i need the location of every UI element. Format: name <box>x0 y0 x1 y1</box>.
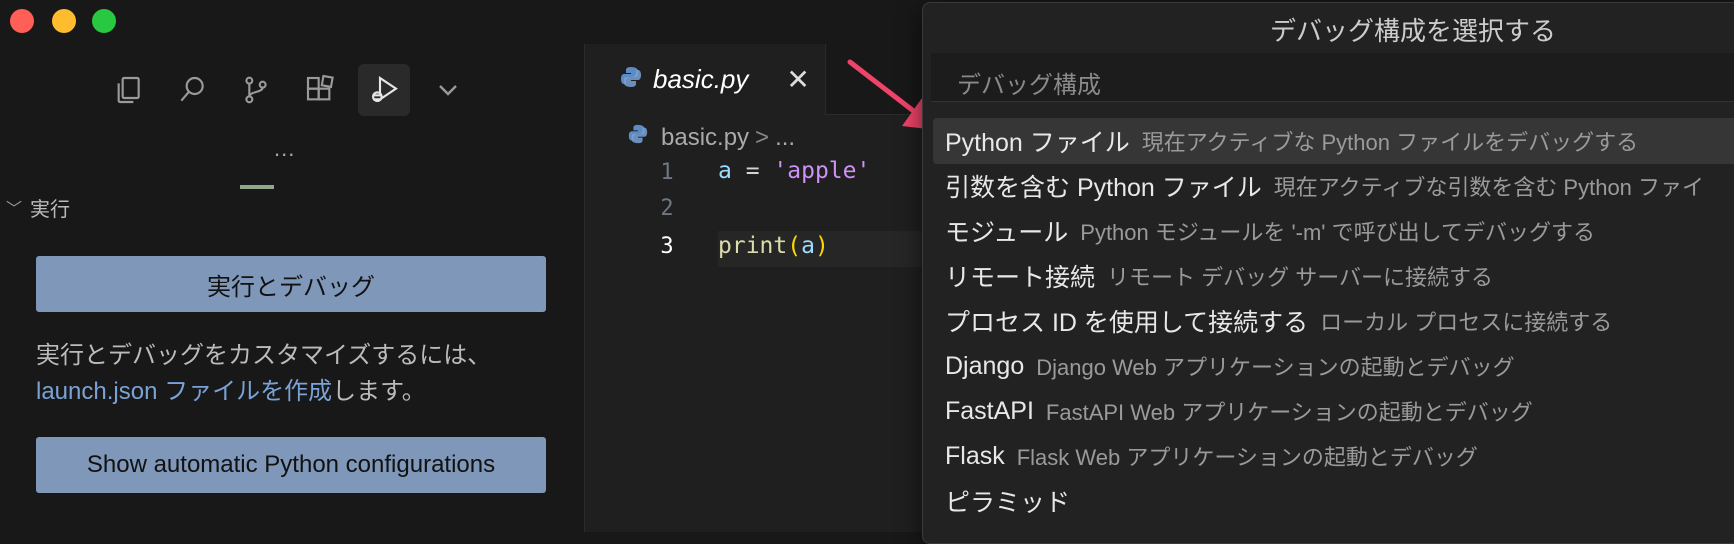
info-suffix: します。 <box>332 378 426 405</box>
code-operator: = <box>731 158 774 184</box>
line-number: 1 <box>660 160 674 185</box>
picker-item[interactable]: ピラミッド <box>933 478 1734 524</box>
close-window-button[interactable] <box>10 9 34 33</box>
breadcrumb-file[interactable]: basic.py <box>661 124 749 152</box>
close-tab-icon[interactable]: ✕ <box>786 63 809 96</box>
show-python-configurations-button[interactable]: Show automatic Python configurations <box>36 437 546 493</box>
picker-item-description: Django Web アプリケーションの起動とデバッグ <box>1036 355 1515 380</box>
info-text: 実行とデバッグをカスタマイズするには、 <box>36 342 492 369</box>
breadcrumb: basic.py > ... <box>627 123 795 152</box>
debug-configuration-picker: デバッグ構成を選択する デバッグ構成 Python ファイル 現在アクティブな P… <box>922 2 1734 544</box>
launch-json-link[interactable]: launch.json ファイルを作成 <box>36 378 332 405</box>
customize-info-text: 実行とデバッグをカスタマイズするには、 launch.json ファイルを作成し… <box>36 338 556 410</box>
picker-item[interactable]: FastAPI FastAPI Web アプリケーションの起動とデバッグ <box>933 388 1734 434</box>
section-title: 実行 <box>30 198 71 221</box>
python-file-icon <box>619 65 643 94</box>
extensions-icon[interactable] <box>294 64 346 116</box>
picker-item[interactable]: プロセス ID を使用して接続する ローカル プロセスに接続する <box>933 298 1734 344</box>
source-control-icon[interactable] <box>230 64 282 116</box>
picker-item-label: FastAPI <box>945 396 1034 425</box>
search-icon[interactable] <box>166 64 218 116</box>
code-line-3[interactable]: print(a) <box>718 233 829 259</box>
code-line-1[interactable]: a = 'apple' <box>718 158 870 184</box>
line-number: 3 <box>660 234 674 259</box>
tab-label: basic.py <box>653 64 749 94</box>
more-actions-icon[interactable]: ... <box>274 136 295 162</box>
code-function: print <box>718 233 788 259</box>
python-file-icon <box>627 123 649 152</box>
code-paren: ) <box>814 233 829 259</box>
breadcrumb-separator: > <box>755 123 770 151</box>
picker-item-description: 現在アクティブな引数を含む Python ファイ <box>1273 175 1705 200</box>
code-string: 'apple' <box>773 158 871 184</box>
picker-item-description: リモート デバッグ サーバーに接続する <box>1107 265 1494 290</box>
breadcrumb-more[interactable]: ... <box>775 124 795 152</box>
line-number: 2 <box>660 196 674 221</box>
minimize-window-button[interactable] <box>52 9 76 33</box>
picker-title: デバッグ構成を選択する <box>1269 16 1556 46</box>
run-and-debug-button[interactable]: 実行とデバッグ <box>36 256 546 312</box>
picker-placeholder: デバッグ構成 <box>957 72 1101 99</box>
run-section-header[interactable]: ﹀ 実行 <box>6 192 70 222</box>
progress-indicator <box>240 185 274 189</box>
files-icon[interactable] <box>102 64 154 116</box>
chevron-down-icon[interactable] <box>422 64 474 116</box>
picker-item-description: Python モジュールを '-m' で呼び出してデバッグする <box>1080 220 1595 245</box>
picker-item-label: プロセス ID を使用して接続する <box>945 309 1309 337</box>
chevron-down-icon: ﹀ <box>6 201 23 218</box>
picker-item-label: モジュール <box>945 219 1069 247</box>
sidebar: ... ﹀ 実行 実行とデバッグ 実行とデバッグをカスタマイズするには、 lau… <box>0 44 585 532</box>
picker-item[interactable]: Django Django Web アプリケーションの起動とデバッグ <box>933 343 1734 389</box>
code-paren: ( <box>787 233 802 259</box>
picker-item[interactable]: 引数を含む Python ファイル 現在アクティブな引数を含む Python ファ… <box>933 163 1734 209</box>
zoom-window-button[interactable] <box>92 9 116 33</box>
picker-item-label: Flask <box>945 441 1005 470</box>
picker-item-label: Django <box>945 351 1025 380</box>
picker-filter-input[interactable]: デバッグ構成 <box>931 53 1734 102</box>
code-variable: a <box>801 233 815 259</box>
picker-item-label: 引数を含む Python ファイル <box>945 174 1262 202</box>
picker-item-description: ローカル プロセスに接続する <box>1320 310 1613 335</box>
tab-basic-py[interactable]: basic.py ✕ <box>585 44 826 115</box>
picker-item[interactable]: Python ファイル 現在アクティブな Python ファイルをデバッグする <box>933 118 1734 164</box>
picker-item-description: Flask Web アプリケーションの起動とデバッグ <box>1016 445 1478 470</box>
picker-item[interactable]: リモート接続 リモート デバッグ サーバーに接続する <box>933 253 1734 299</box>
picker-item[interactable]: モジュール Python モジュールを '-m' で呼び出してデバッグする <box>933 208 1734 254</box>
picker-item[interactable]: Flask Flask Web アプリケーションの起動とデバッグ <box>933 433 1734 479</box>
picker-item-label: リモート接続 <box>945 264 1096 292</box>
picker-item-label: Python ファイル <box>945 129 1130 157</box>
run-debug-icon[interactable] <box>358 64 410 116</box>
picker-item-description: FastAPI Web アプリケーションの起動とデバッグ <box>1045 400 1533 425</box>
code-variable: a <box>718 158 732 184</box>
picker-item-label: ピラミッド <box>945 489 1071 517</box>
picker-item-description: 現在アクティブな Python ファイルをデバッグする <box>1141 130 1639 155</box>
